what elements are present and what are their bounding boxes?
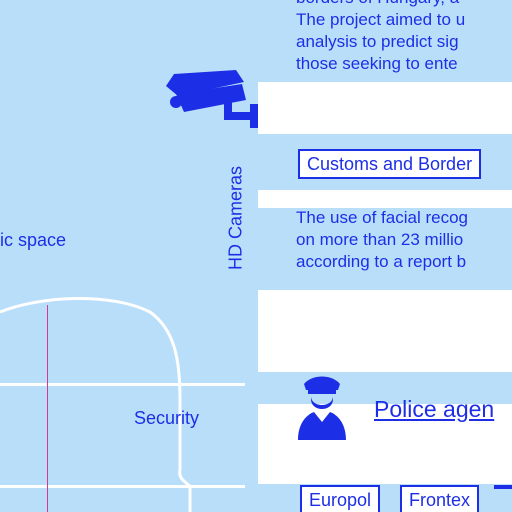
partial-tag[interactable] bbox=[494, 485, 512, 489]
paragraph-line: The use of facial recog bbox=[296, 208, 468, 227]
paragraph-line: those seeking to ente bbox=[296, 54, 458, 73]
police-agencies-link[interactable]: Police agen bbox=[374, 396, 494, 423]
security-label: Security bbox=[134, 408, 200, 428]
paragraph-line: The project aimed to u bbox=[296, 10, 466, 29]
paragraph-line: analysis to predict sig bbox=[296, 32, 459, 51]
frontex-tag[interactable]: Frontex bbox=[400, 485, 480, 512]
paragraph-line: on more than 23 millio bbox=[296, 230, 464, 249]
border-project-paragraph: borders of Hungary, a The project aimed … bbox=[296, 0, 465, 75]
police-officer-icon bbox=[298, 376, 346, 440]
customs-border-tag[interactable]: Customs and Border bbox=[298, 149, 482, 179]
public-space-label: ic space bbox=[0, 230, 67, 250]
graphic-canvas: ic space Security HD Cameras borders of … bbox=[0, 0, 512, 512]
tag-label: Europol bbox=[309, 490, 372, 510]
tag-label: Customs and Border bbox=[307, 154, 473, 174]
facial-recognition-paragraph: The use of facial recog on more than 23 … bbox=[296, 207, 468, 273]
hd-cameras-label: HD Cameras bbox=[225, 165, 246, 271]
paragraph-line: borders of Hungary, a bbox=[296, 0, 465, 9]
paragraph-line: according to a report b bbox=[296, 252, 467, 271]
tag-label: Frontex bbox=[409, 490, 471, 510]
cctv-camera-icon bbox=[166, 70, 258, 128]
europol-tag[interactable]: Europol bbox=[300, 485, 381, 512]
